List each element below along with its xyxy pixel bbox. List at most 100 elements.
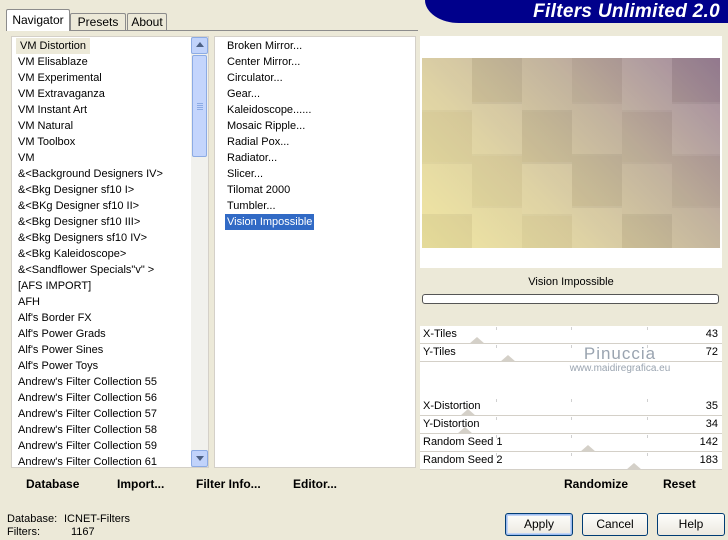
category-item[interactable]: Alf's Power Grads [18,326,106,342]
help-button[interactable]: Help [657,513,725,536]
preview-tile [622,110,672,164]
category-item[interactable]: VM Toolbox [18,134,75,150]
filter-item[interactable]: Slicer... [227,166,263,182]
filter-item[interactable]: Tumbler... [227,198,276,214]
apply-button[interactable]: Apply [505,513,573,536]
slider-thumb[interactable] [626,463,642,470]
tab-presets[interactable]: Presets [70,13,126,31]
slider-tick [496,399,497,402]
category-item[interactable]: [AFS IMPORT] [18,278,91,294]
param-slider[interactable]: Random Seed 1 142 [420,434,722,452]
preview-tile [672,206,720,248]
slider-tick [571,327,572,330]
slider-tick [647,435,648,438]
filter-item[interactable]: Mosaic Ripple... [227,118,305,134]
category-item[interactable]: &<Bkg Designers sf10 IV> [18,230,147,246]
filter-item[interactable]: Circulator... [227,70,283,86]
filter-item[interactable]: Center Mirror... [227,54,300,70]
preview-tile [422,110,472,164]
category-item[interactable]: &<Background Designers IV> [18,166,163,182]
preview-tile [672,102,720,156]
param-label: Random Seed 1 [423,436,503,448]
category-item[interactable]: VM Instant Art [18,102,87,118]
filter-list[interactable]: Broken Mirror... Center Mirror... Circulat… [214,36,416,468]
preview-tile [622,162,672,216]
category-item[interactable]: Andrew's Filter Collection 55 [18,374,157,390]
preview-tile [472,206,522,248]
database-label: Database: [7,513,58,525]
category-item[interactable]: Alf's Power Sines [18,342,103,358]
slider-thumb[interactable] [580,445,596,452]
category-item[interactable]: Andrew's Filter Collection 58 [18,422,157,438]
category-item[interactable]: Alf's Border FX [18,310,92,326]
category-item[interactable]: Andrew's Filter Collection 61 [18,454,157,470]
category-item[interactable]: &<Sandflower Specials"v" > [18,262,154,278]
randomize-button[interactable]: Randomize [564,477,628,491]
preview-tile [472,58,522,104]
grip-line [197,107,203,108]
category-list[interactable]: VM Distortion VM Elisablaze VM Experimenta… [11,36,209,468]
slider-tick [647,453,648,456]
editor-button[interactable]: Editor... [293,477,337,491]
import-button[interactable]: Import... [117,477,164,491]
category-item[interactable]: VM Extravaganza [18,86,105,102]
tab-navigator[interactable]: Navigator [6,9,70,31]
category-item[interactable]: VM Elisablaze [18,54,88,70]
slider-thumb[interactable] [500,355,516,362]
scroll-up-button[interactable] [191,37,208,54]
preview-tile [572,58,622,104]
arrow-up-icon [196,42,204,47]
reset-button[interactable]: Reset [663,477,696,491]
category-item[interactable]: &<BKg Designer sf10 II> [18,198,139,214]
category-item[interactable]: Andrew's Filter Collection 56 [18,390,157,406]
filter-info-button[interactable]: Filter Info... [196,477,261,491]
category-item[interactable]: &<Bkg Designer sf10 III> [18,214,140,230]
category-scrollbar[interactable] [191,37,208,467]
selected-filter-name: Vision Impossible [528,276,614,288]
filter-item[interactable]: Radiator... [227,150,277,166]
preview-tile [422,58,472,112]
filter-item[interactable]: Vision Impossible [225,214,315,230]
preview-tile [622,214,672,248]
param-value: 142 [699,436,718,448]
category-item[interactable]: Alf's Power Toys [18,358,98,374]
category-item[interactable]: Andrew's Filter Collection 59 [18,438,157,454]
slider-thumb[interactable] [469,337,485,344]
category-item[interactable]: VM [18,150,35,166]
empty-slot [420,362,722,380]
category-item[interactable]: VM Distortion [16,38,91,54]
slider-tick [496,345,497,348]
filter-item[interactable]: Kaleidoscope...... [227,102,311,118]
category-item[interactable]: Andrew's Filter Collection 57 [18,406,157,422]
filter-item[interactable]: Tilomat 2000 [227,182,290,198]
filter-item[interactable]: Broken Mirror... [227,38,302,54]
preview-tile [622,58,672,112]
category-item[interactable]: VM Natural [18,118,73,134]
category-item[interactable]: VM Experimental [18,70,102,86]
preview-tile [472,154,522,208]
filter-item[interactable]: Radial Pox... [227,134,289,150]
param-slider[interactable]: X-Distortion 35 [420,398,722,416]
cancel-button[interactable]: Cancel [582,513,648,536]
filter-item[interactable]: Gear... [227,86,260,102]
preview-tile [422,162,472,216]
slider-tick [571,399,572,402]
param-label: Random Seed 2 [423,454,503,466]
param-slider[interactable]: X-Tiles 43 [420,326,722,344]
scroll-thumb[interactable] [192,55,207,157]
app-title: Filters Unlimited 2.0 [533,1,720,22]
grip-line [197,109,203,110]
tab-about[interactable]: About [127,13,167,31]
preview-tile [572,102,622,156]
category-item[interactable]: &<Bkg Kaleidoscope> [18,246,126,262]
param-slider[interactable]: Y-Distortion 34 [420,416,722,434]
scroll-down-button[interactable] [191,450,208,467]
preview-tile [572,206,622,248]
command-bar-left: Database Import... Filter Info... Editor… [11,470,416,496]
param-slider[interactable]: Random Seed 2 183 [420,452,722,470]
param-slider[interactable]: Y-Tiles 72 [420,344,722,362]
preview-tile [522,58,572,112]
category-item[interactable]: AFH [18,294,40,310]
category-item[interactable]: &<Bkg Designer sf10 I> [18,182,134,198]
database-button[interactable]: Database [26,477,79,491]
